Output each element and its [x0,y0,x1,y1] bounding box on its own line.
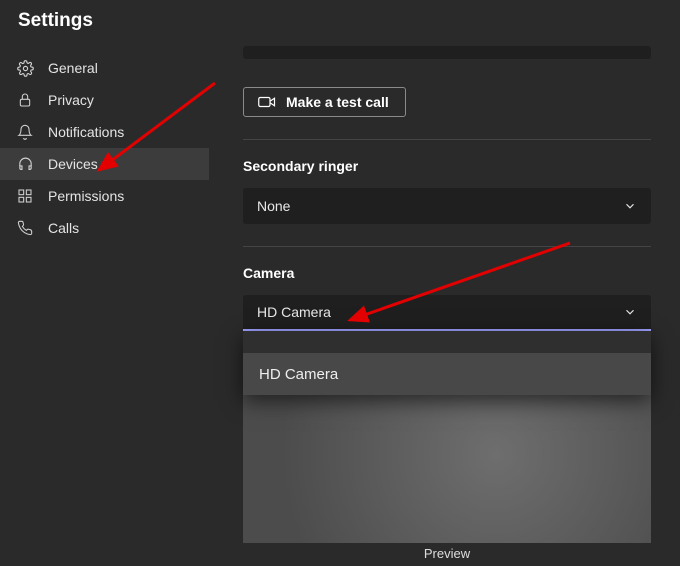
camera-dropdown: HD Camera [243,331,651,395]
sidebar-item-label: Devices [48,156,98,172]
phone-icon [16,219,34,237]
headset-icon [16,155,34,173]
sidebar-item-privacy[interactable]: Privacy [0,84,209,116]
sidebar: General Privacy Notifications Devices [0,46,209,566]
grid-icon [16,187,34,205]
sidebar-item-calls[interactable]: Calls [0,212,209,244]
sidebar-item-label: Permissions [48,188,124,204]
secondary-ringer-label: Secondary ringer [243,158,660,174]
camera-label: Camera [243,265,660,281]
lock-icon [16,91,34,109]
bell-icon [16,123,34,141]
sidebar-item-notifications[interactable]: Notifications [0,116,209,148]
gear-icon [16,59,34,77]
collapsed-section [243,46,651,59]
sidebar-item-label: Privacy [48,92,94,108]
test-call-button[interactable]: Make a test call [243,87,406,117]
secondary-ringer-select[interactable]: None [243,188,651,224]
sidebar-item-permissions[interactable]: Permissions [0,180,209,212]
settings-content: Make a test call Secondary ringer None C… [209,46,680,566]
video-call-icon [258,95,276,109]
sidebar-item-label: Calls [48,220,79,236]
preview-label: Preview [243,543,651,561]
divider [243,246,651,247]
sidebar-item-label: General [48,60,98,76]
page-title: Settings [0,0,680,46]
camera-option[interactable]: HD Camera [243,353,651,395]
chevron-down-icon [623,199,637,213]
sidebar-item-general[interactable]: General [0,52,209,84]
divider [243,139,651,140]
camera-select[interactable]: HD Camera [243,295,651,331]
sidebar-item-label: Notifications [48,124,124,140]
chevron-down-icon [623,305,637,319]
select-value: None [257,198,290,214]
button-label: Make a test call [286,94,389,110]
select-value: HD Camera [257,304,331,320]
sidebar-item-devices[interactable]: Devices [0,148,209,180]
camera-preview [243,395,651,543]
